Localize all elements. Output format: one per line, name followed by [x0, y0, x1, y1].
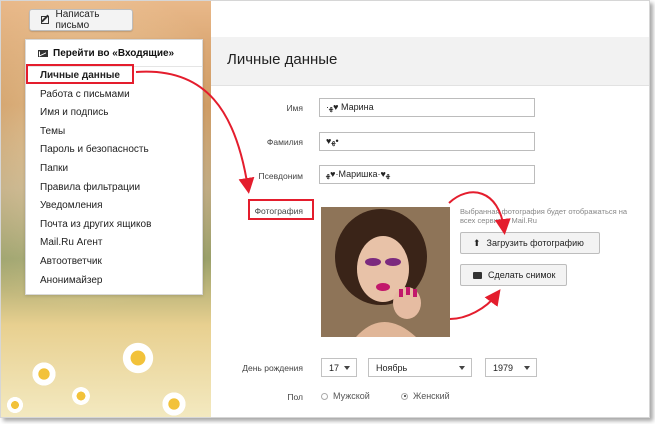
sidebar-item-filter-rules[interactable]: Правила фильтрации [26, 179, 202, 198]
compose-button[interactable]: Написать письмо [29, 9, 133, 31]
inbox-link[interactable]: Перейти во «Входящие» [26, 40, 202, 67]
gender-male-radio[interactable]: Мужской [321, 391, 370, 401]
birthday-month-value: Ноябрь [376, 362, 408, 373]
radio-button-icon [321, 392, 328, 400]
take-snapshot-label: Сделать снимок [488, 270, 556, 280]
birthday-year-value: 1979 [493, 362, 514, 373]
profile-photo [321, 207, 450, 337]
pen-icon [40, 15, 50, 25]
compose-button-label: Написать письмо [55, 9, 100, 31]
top-bar [211, 1, 649, 37]
upload-photo-label: Загрузить фотографию [486, 238, 584, 248]
radio-button-checked-icon [401, 392, 408, 400]
birthday-label: День рождения [242, 363, 303, 373]
camera-icon [473, 271, 482, 279]
birthday-day-select[interactable]: 17 [321, 358, 357, 377]
sidebar-item-other-mailboxes[interactable]: Почта из других ящиков [26, 216, 202, 235]
sidebar-item-notifications[interactable]: Уведомления [26, 197, 202, 216]
chevron-down-icon [344, 366, 350, 370]
upload-arrow-icon: ⬆ [473, 237, 481, 248]
page-header: Личные данные [211, 37, 649, 86]
sidebar-item-mail-handling[interactable]: Работа с письмами [26, 86, 202, 105]
portrait-image [321, 207, 450, 337]
chevron-down-icon [459, 366, 465, 370]
annotation-highlight-photo [248, 199, 314, 220]
envelope-icon [38, 49, 48, 57]
take-snapshot-button[interactable]: Сделать снимок [460, 264, 567, 286]
gender-female-radio[interactable]: Женский [401, 391, 450, 401]
nickname-label: Псевдоним [258, 171, 303, 181]
page-title: Личные данные [227, 51, 338, 68]
last-name-input[interactable]: ♥ﻬ• [319, 132, 535, 151]
last-name-label: Фамилия [266, 137, 303, 147]
gender-female-label: Женский [413, 391, 450, 401]
first-name-label: Имя [286, 103, 303, 113]
sidebar-item-mailru-agent[interactable]: Mail.Ru Агент [26, 234, 202, 253]
birthday-year-select[interactable]: 1979 [485, 358, 537, 377]
upload-photo-button[interactable]: ⬆ Загрузить фотографию [460, 232, 600, 254]
photo-hint: Выбранная фотография будет отображаться … [460, 207, 628, 225]
gender-male-label: Мужской [333, 391, 370, 401]
sidebar-item-themes[interactable]: Темы [26, 123, 202, 142]
chevron-down-icon [524, 366, 530, 370]
sidebar-item-password-security[interactable]: Пароль и безопасность [26, 141, 202, 160]
annotation-highlight-personal-data [26, 64, 134, 84]
first-name-input[interactable]: ·ﻬ♥ Марина [319, 98, 535, 117]
sidebar-item-anonymizer[interactable]: Анонимайзер [26, 272, 202, 291]
inbox-link-label: Перейти во «Входящие» [53, 47, 175, 59]
sidebar-item-name-signature[interactable]: Имя и подпись [26, 104, 202, 123]
sidebar-item-folders[interactable]: Папки [26, 160, 202, 179]
birthday-month-select[interactable]: Ноябрь [368, 358, 472, 377]
birthday-day-value: 17 [329, 362, 340, 373]
nickname-input[interactable]: ﻬ♥·Маришка·♥ﻬ [319, 165, 535, 184]
mail-settings-window: Написать письмо Перейти во «Входящие» Ли… [0, 0, 650, 418]
sidebar-item-autoresponder[interactable]: Автоответчик [26, 253, 202, 272]
gender-label: Пол [287, 392, 303, 402]
